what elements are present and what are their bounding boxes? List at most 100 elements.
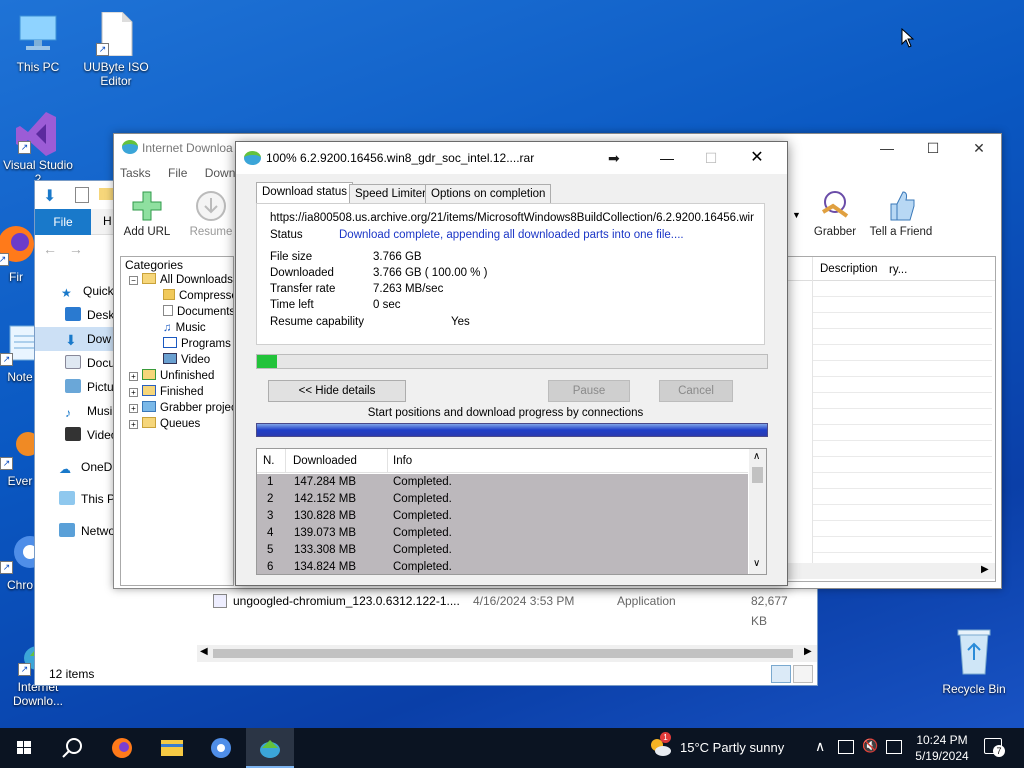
tab-options-on-completion[interactable]: Options on completion: [425, 184, 552, 203]
desktop-icon-recycle-bin[interactable]: Recycle Bin: [936, 626, 1012, 696]
tree-video[interactable]: Video: [163, 352, 210, 368]
folder-icon[interactable]: [99, 188, 113, 200]
file-size: 82,677 KB: [751, 594, 788, 628]
back-arrow-icon[interactable]: ←: [43, 241, 57, 257]
tab-speed-limiter[interactable]: Speed Limiter: [349, 184, 432, 203]
weather-text[interactable]: 15°C Partly sunny: [680, 740, 784, 755]
details-view-icon[interactable]: [771, 665, 791, 683]
network-icon[interactable]: [838, 740, 854, 754]
add-url-button[interactable]: Add URL: [112, 190, 182, 238]
tree-queues[interactable]: + Queues: [129, 416, 200, 432]
weather-icon[interactable]: 1: [648, 732, 671, 756]
column-header-n[interactable]: N.: [263, 455, 275, 467]
close-button[interactable]: ✕: [956, 134, 1002, 162]
taskbar-firefox[interactable]: [98, 728, 146, 768]
downloaded-value: 3.766 GB ( 100.00 % ): [373, 267, 488, 279]
scroll-right-icon[interactable]: ▶: [981, 564, 989, 575]
scroll-thumb[interactable]: [752, 467, 763, 483]
menu-tasks[interactable]: Tasks: [120, 166, 151, 180]
scroll-down-icon[interactable]: ∨: [753, 558, 760, 569]
hide-details-button[interactable]: << Hide details: [268, 380, 406, 402]
search-button[interactable]: [48, 728, 96, 768]
expand-icon[interactable]: +: [129, 420, 138, 429]
table-row[interactable]: 5 133.308 MB Completed.: [257, 542, 748, 559]
scroll-thumb[interactable]: [213, 649, 793, 658]
arrow-right-icon[interactable]: ➡: [608, 142, 620, 174]
volume-muted-icon[interactable]: 🔇: [862, 738, 878, 754]
close-button[interactable]: ✕: [734, 142, 780, 174]
tree-unfinished[interactable]: + Unfinished: [129, 368, 214, 384]
properties-icon[interactable]: [75, 187, 89, 203]
menu-file[interactable]: File: [168, 166, 187, 180]
table-row[interactable]: 2 142.152 MB Completed.: [257, 491, 748, 508]
cancel-button[interactable]: Cancel: [659, 380, 733, 402]
finished-folder-icon: [142, 385, 156, 396]
file-row[interactable]: ungoogled-chromium_123.0.6312.122-1.... …: [213, 591, 803, 628]
tree-music[interactable]: ♫ Music: [163, 320, 206, 336]
tree-finished[interactable]: + Finished: [129, 384, 203, 400]
nav-downloads[interactable]: ⬇ Dow: [35, 327, 115, 351]
nav-music[interactable]: ♪ Musi: [65, 399, 112, 423]
notification-icon[interactable]: 7: [984, 738, 1005, 757]
maximize-button[interactable]: ☐: [910, 134, 956, 162]
expand-icon[interactable]: +: [129, 404, 138, 413]
minimize-button[interactable]: —: [644, 142, 690, 174]
tree-compressed[interactable]: Compresse: [163, 288, 233, 304]
horizontal-scrollbar[interactable]: ▶: [787, 563, 995, 579]
large-icons-view-icon[interactable]: [793, 665, 813, 683]
nav-videos[interactable]: Video: [65, 423, 117, 447]
tree-documents[interactable]: Documents: [163, 304, 233, 320]
horizontal-scrollbar[interactable]: ◀ ▶: [197, 645, 817, 662]
column-header-downloaded[interactable]: Downloaded: [293, 455, 357, 467]
desktop-icon-visual-studio[interactable]: ↗ Visual Studio 2: [0, 110, 76, 186]
column-header-info[interactable]: Info: [393, 455, 412, 467]
tree-label: Grabber projec: [160, 402, 234, 414]
download-progress-dialog[interactable]: 100% 6.2.9200.16456.win8_gdr_soc_intel.1…: [235, 141, 788, 586]
table-row[interactable]: 6 134.824 MB Completed.: [257, 559, 748, 574]
chevron-up-icon[interactable]: ∧: [815, 738, 825, 755]
taskbar-chromium[interactable]: [197, 728, 245, 768]
table-row[interactable]: 3 130.828 MB Completed.: [257, 508, 748, 525]
desktop-icon-this-pc[interactable]: This PC: [0, 12, 76, 74]
table-row[interactable]: 4 139.073 MB Completed.: [257, 525, 748, 542]
start-button[interactable]: [0, 728, 48, 768]
tell-a-friend-button[interactable]: Tell a Friend: [866, 190, 936, 238]
nav-quick-access[interactable]: ★ Quick: [61, 279, 114, 303]
keyboard-icon[interactable]: [886, 740, 902, 754]
scroll-up-icon[interactable]: ∧: [753, 451, 760, 462]
column-header-truncated[interactable]: ry...: [889, 264, 907, 276]
nav-onedrive[interactable]: ☁ OneDr: [59, 455, 116, 479]
collapse-icon[interactable]: −: [129, 276, 138, 285]
tab-download-status[interactable]: Download status: [256, 182, 354, 204]
nav-network[interactable]: Netwo: [59, 519, 115, 543]
table-row[interactable]: 1 147.284 MB Completed.: [257, 474, 748, 491]
nav-documents[interactable]: Docu: [65, 351, 115, 375]
scroll-left-icon[interactable]: ◀: [200, 646, 208, 657]
clock-date[interactable]: 5/19/2024: [910, 749, 974, 763]
taskbar-file-explorer[interactable]: [148, 728, 196, 768]
grabber-button[interactable]: Grabber: [800, 190, 870, 238]
scroll-right-icon[interactable]: ▶: [804, 646, 812, 657]
vertical-scrollbar[interactable]: ∧ ∨: [749, 449, 766, 574]
nav-pictures[interactable]: Pictu: [65, 375, 114, 399]
home-tab[interactable]: H: [103, 214, 112, 228]
down-arrow-icon[interactable]: ⬇: [43, 186, 56, 206]
tree-all-downloads[interactable]: − All Downloads: [129, 272, 233, 288]
minimize-button[interactable]: —: [864, 134, 910, 162]
tree-programs[interactable]: Programs: [163, 336, 231, 352]
taskbar-idm[interactable]: [246, 728, 294, 768]
column-header-description[interactable]: Description: [820, 263, 878, 275]
expand-icon[interactable]: +: [129, 372, 138, 381]
forward-arrow-icon[interactable]: →: [69, 241, 83, 257]
tree-grabber-projects[interactable]: + Grabber projec: [129, 400, 234, 416]
expand-icon[interactable]: +: [129, 388, 138, 397]
file-tab[interactable]: File: [35, 209, 91, 235]
nav-this-pc[interactable]: This P(: [59, 487, 119, 511]
notification-count: 7: [993, 745, 1005, 757]
pause-button[interactable]: Pause: [548, 380, 630, 402]
nav-desktop[interactable]: Desk: [65, 303, 114, 327]
computer-icon: [16, 12, 60, 56]
clock-time[interactable]: 10:24 PM: [914, 733, 970, 747]
connections-table[interactable]: N. Downloaded Info 1 147.284 MB Completed.…: [256, 448, 767, 575]
desktop-icon-uubyte[interactable]: ↗ UUByte ISO Editor: [78, 11, 154, 88]
